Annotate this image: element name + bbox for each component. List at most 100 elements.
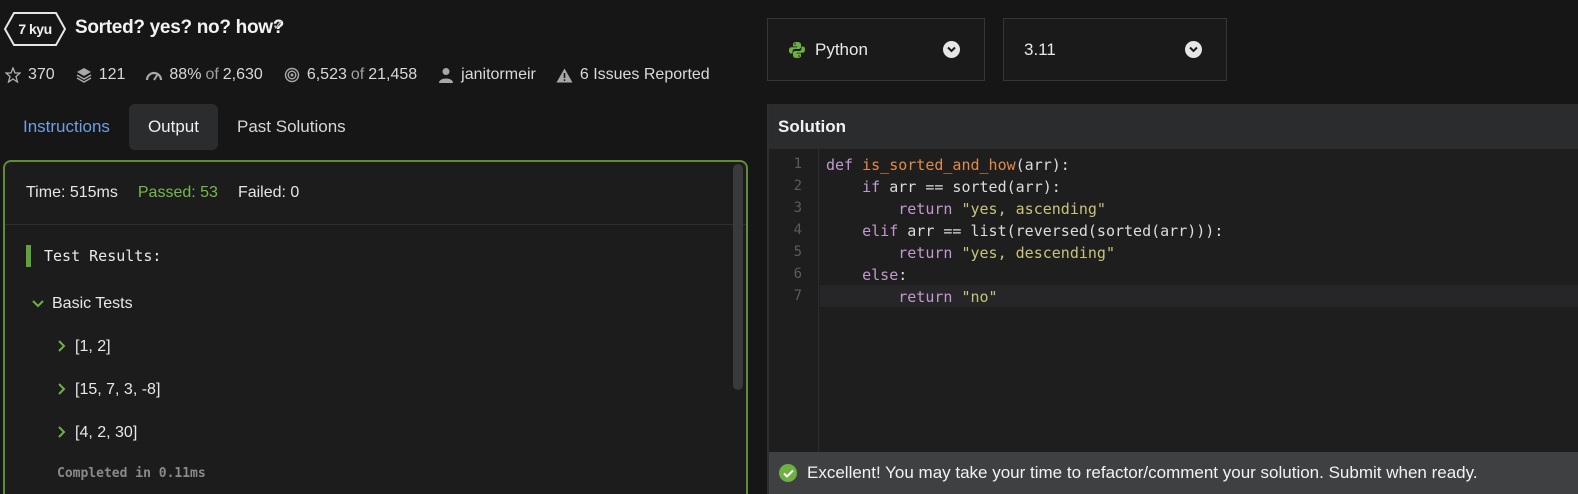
check-icon: ✓ — [272, 17, 285, 34]
check-circle-icon — [779, 464, 797, 482]
python-logo-icon — [789, 41, 805, 58]
language-value: Python — [815, 39, 868, 59]
code-line[interactable]: return "no" — [826, 286, 998, 308]
code-keyword: if — [862, 178, 881, 196]
code-string: "no" — [952, 288, 998, 306]
chevron-right-icon — [57, 425, 67, 441]
line-number: 4 — [793, 222, 802, 238]
stars-stat[interactable]: 370 — [4, 66, 55, 84]
language-select[interactable]: Python — [767, 18, 985, 81]
kata-title[interactable]: Sorted? yes? no? how? — [75, 17, 284, 39]
time-label: Time: 515ms — [26, 184, 118, 201]
kata-stats: 370 121 88% of 2,630 6,523 of 21,458 jan… — [4, 62, 730, 88]
rank-label: 7 kyu — [18, 21, 52, 37]
status-bar: Excellent! You may take your time to ref… — [769, 452, 1578, 494]
chevron-right-icon — [57, 339, 67, 355]
line-number: 2 — [793, 178, 802, 194]
status-message: Excellent! You may take your time to ref… — [807, 463, 1478, 482]
test-case-row[interactable]: [4, 2, 30] — [57, 424, 137, 442]
chevron-down-icon — [943, 41, 960, 58]
chevron-down-icon — [1185, 41, 1202, 58]
test-case-label: [1, 2] — [75, 338, 111, 355]
line-number: 6 — [793, 266, 802, 282]
tab-instructions[interactable]: Instructions — [4, 104, 129, 150]
line-number: 7 — [793, 288, 802, 304]
gauge-icon — [145, 66, 163, 84]
code-string: "yes, descending" — [952, 244, 1115, 262]
code-keyword: elif — [862, 222, 899, 240]
code-line[interactable]: return "yes, descending" — [826, 242, 1115, 264]
line-number: 1 — [793, 156, 802, 172]
attempted-count: 21,458 — [368, 66, 418, 83]
version-select[interactable]: 3.11 — [1003, 18, 1227, 81]
test-case-label: [15, 7, 3, -8] — [75, 381, 161, 398]
code-keyword: def — [826, 156, 863, 174]
code-text: arr == sorted(arr): — [880, 178, 1061, 196]
code-text: : — [898, 266, 908, 284]
completed-count: 6,523 — [306, 66, 347, 83]
test-case-label: [4, 2, 30] — [75, 424, 138, 441]
user-icon — [437, 66, 455, 84]
success-marker — [26, 245, 31, 267]
author-stat[interactable]: janitormeir — [437, 66, 536, 84]
code-function-name: is_sorted_and_how — [862, 156, 1016, 174]
code-keyword: else — [862, 266, 899, 284]
satisfaction-stat: 88% of 2,630 — [145, 66, 263, 84]
solution-editor: Solution 1 2 3 4 5 6 7 def is_sorted_and… — [767, 104, 1578, 494]
editor-title: Solution — [769, 104, 1578, 149]
code-keyword: return — [898, 288, 953, 306]
kata-trainer-page: 7 kyu Sorted? yes? no? how? ✓ 370 121 88… — [0, 0, 1578, 494]
code-text: (arr): — [1015, 156, 1070, 174]
code-line[interactable]: def is_sorted_and_how(arr): — [826, 154, 1070, 176]
output-scrollbar[interactable] — [733, 164, 743, 390]
code-line[interactable]: return "yes, ascending" — [826, 198, 1106, 220]
warning-icon — [556, 66, 574, 84]
of-label: of — [350, 66, 365, 83]
results-summary: Time: 515ms Passed: 53 Failed: 0 — [5, 162, 746, 225]
chevron-right-icon — [57, 382, 67, 398]
test-results-heading: Test Results: — [26, 245, 161, 267]
tab-output[interactable]: Output — [128, 104, 218, 150]
satisfaction-percent: 88% — [169, 66, 202, 83]
line-number: 3 — [793, 200, 802, 216]
issues-stat[interactable]: 6 Issues Reported — [556, 66, 710, 84]
test-group-label: Basic Tests — [52, 295, 133, 312]
star-icon — [4, 66, 22, 84]
satisfaction-votes: 2,630 — [222, 66, 263, 83]
test-case-row[interactable]: [15, 7, 3, -8] — [57, 381, 160, 399]
stack-icon — [75, 66, 93, 84]
panel-tabs: Instructions Output Past Solutions — [4, 104, 365, 150]
version-value: 3.11 — [1024, 39, 1056, 59]
code-keyword: return — [898, 244, 953, 262]
code-line[interactable]: else: — [826, 264, 907, 286]
code-string: "yes, ascending" — [952, 200, 1106, 218]
test-case-row[interactable]: [1, 2] — [57, 338, 111, 356]
line-number: 5 — [793, 244, 802, 260]
of-label: of — [205, 66, 219, 83]
code-text: arr == list(reversed(sorted(arr))): — [898, 222, 1224, 240]
chevron-down-icon — [32, 296, 44, 312]
test-results-label: Test Results: — [44, 247, 162, 265]
code-line[interactable]: elif arr == list(reversed(sorted(arr))): — [826, 220, 1223, 242]
collections-stat[interactable]: 121 — [75, 66, 126, 84]
issues-label: 6 Issues Reported — [579, 66, 710, 83]
stars-count: 370 — [28, 66, 55, 83]
line-number-gutter: 1 2 3 4 5 6 7 — [769, 149, 819, 494]
failed-label: Failed: 0 — [237, 184, 300, 201]
completed-time-label: Completed in 0.11ms — [57, 466, 206, 481]
output-panel: Time: 515ms Passed: 53 Failed: 0 Test Re… — [3, 160, 748, 494]
test-group-basic[interactable]: Basic Tests — [32, 295, 133, 313]
code-line[interactable]: if arr == sorted(arr): — [826, 176, 1061, 198]
target-icon — [283, 66, 301, 84]
collections-count: 121 — [98, 66, 126, 83]
tab-past-solutions[interactable]: Past Solutions — [218, 104, 365, 150]
passed-label: Passed: 53 — [137, 184, 218, 201]
completions-stat: 6,523 of 21,458 — [283, 66, 417, 84]
author-name: janitormeir — [461, 66, 536, 83]
